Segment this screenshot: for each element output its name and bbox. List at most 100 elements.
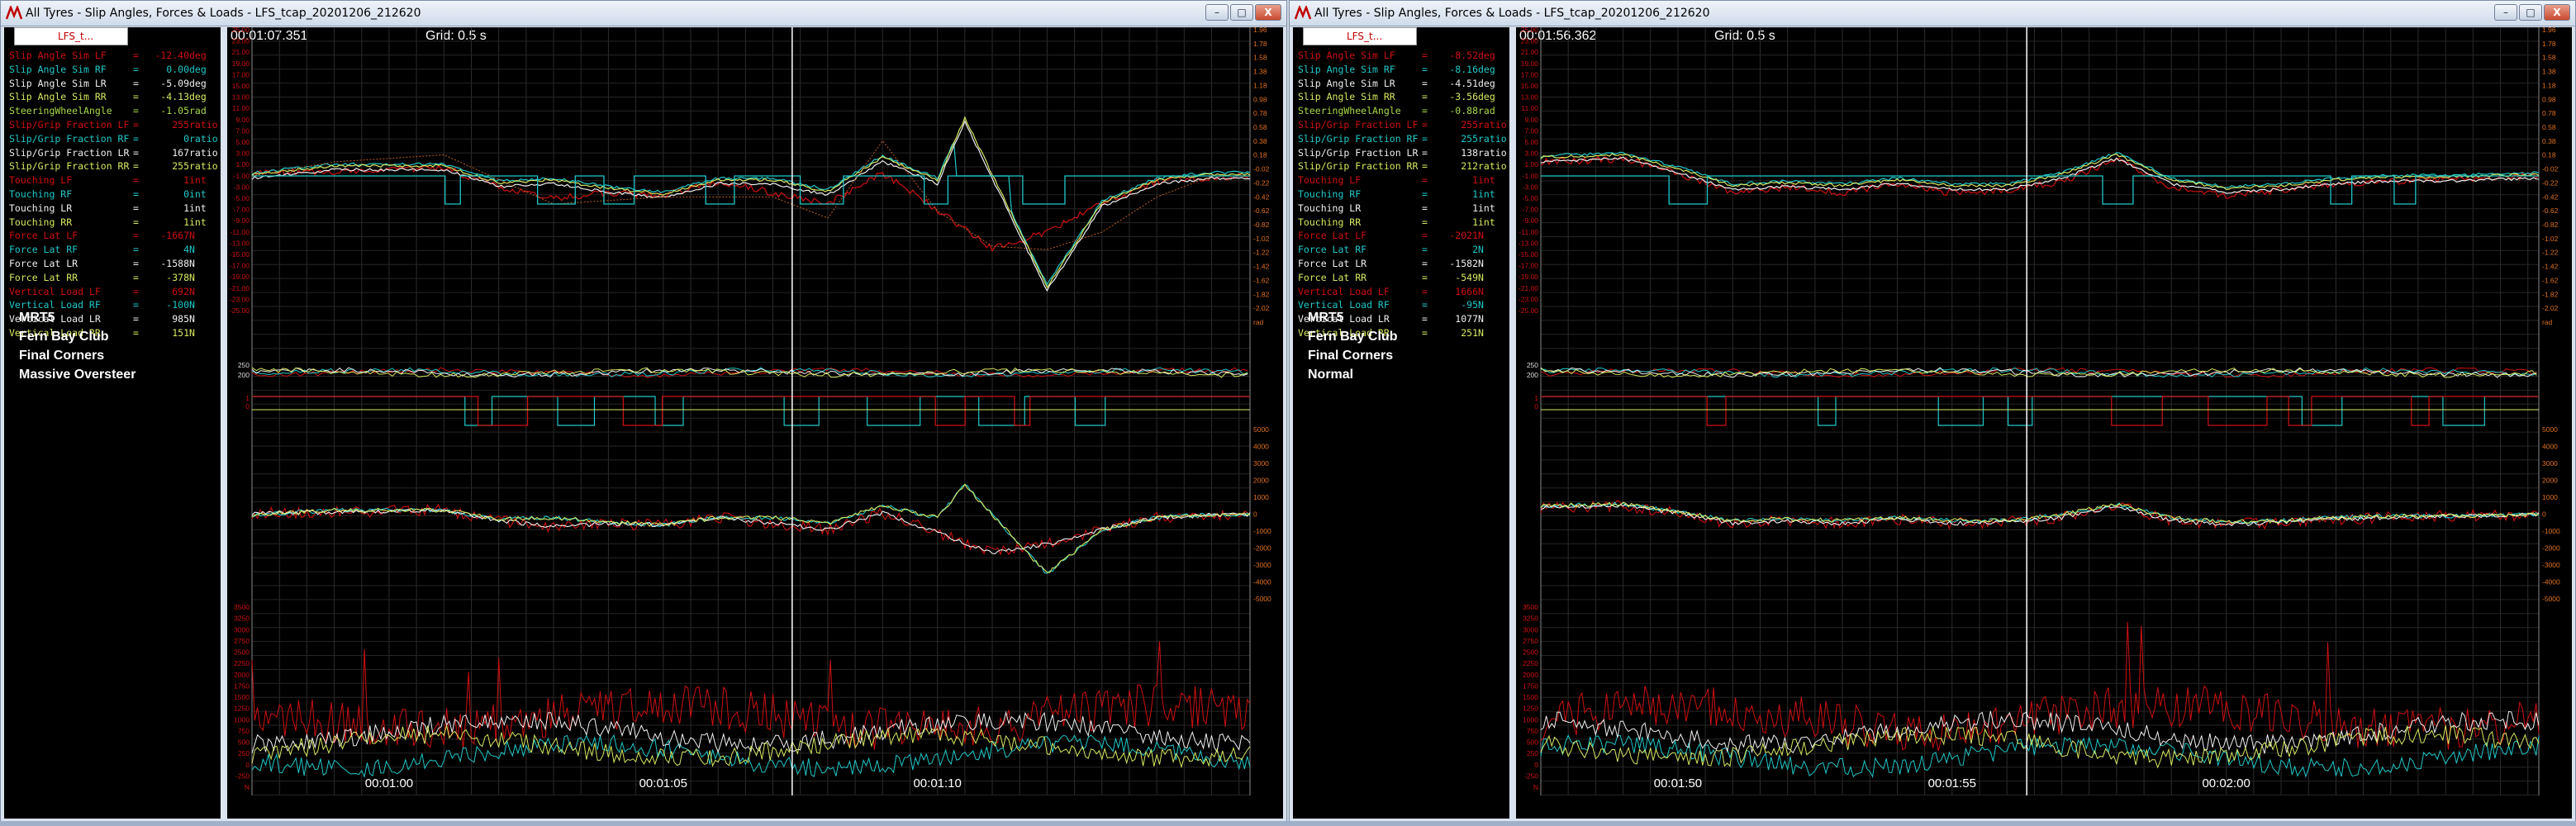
maximize-button[interactable]: □ (1230, 4, 1253, 21)
channel-row[interactable]: Slip/Grip Fraction RF = 0 ratio (9, 132, 219, 146)
y-tick-label: 13.00 (1521, 93, 1539, 102)
touching-rf-overlay-line (1541, 175, 2539, 205)
channel-row[interactable]: Force Lat RR = -549 N (1298, 271, 1508, 285)
channel-row[interactable]: Force Lat RR = -378 N (9, 271, 219, 285)
close-button[interactable]: X (2544, 4, 2570, 21)
channel-value: 255 (1461, 132, 1478, 145)
touching-rf-line (1541, 396, 2539, 426)
channel-row[interactable]: Touching LF = 1 int (1298, 173, 1508, 188)
y-tick-label: -1.82 (1253, 290, 1270, 298)
channel-value: -1588 (160, 257, 189, 269)
channel-list-panel: LFS_t... Slip Angle Sim LF = -8.52 deg Slip … (1293, 27, 1509, 819)
y-tick-label: -2000 (1253, 544, 1271, 553)
note-line: MRT5 (1308, 311, 1344, 325)
channel-unit: N (1478, 313, 1484, 325)
telemetry-chart[interactable]: 25.0023.0021.0019.0017.0015.0013.0011.00… (1516, 27, 2574, 814)
plot-area[interactable]: 00:01:07.351 Grid: 0.5 s 25.00 23.00 21.00… (227, 27, 1283, 819)
title-bar[interactable]: All Tyres - Slip Angles, Forces & Loads … (1290, 1, 2575, 26)
y-tick-label: -0.42 (2542, 192, 2559, 201)
y-tick-label: -1.82 (2542, 290, 2559, 298)
channel-label: SteeringWheelAngle (9, 105, 112, 117)
channel-row[interactable]: Touching RR = 1 int (9, 216, 219, 230)
y-tick-label: -25.00 (1519, 306, 1538, 315)
channel-row[interactable]: Vertical Load LF = 1666 N (1298, 285, 1508, 299)
y-tick-label: 2000 (234, 671, 250, 679)
channel-unit: N (1478, 244, 1484, 256)
channel-value: 212 (1461, 160, 1478, 173)
channel-equals: = (133, 244, 139, 256)
touching-lf-line (252, 396, 1250, 426)
y-tick-label: -0.42 (1253, 192, 1270, 201)
touching-lf-line (1541, 396, 2539, 426)
channel-row[interactable]: Slip Angle Sim LR = -5.09 deg (9, 77, 219, 91)
y-tick-label: -1.02 (1253, 235, 1270, 243)
y-tick-label: 2500 (1523, 648, 1538, 657)
y-tick-label: 1000 (1523, 715, 1538, 724)
channel-row[interactable]: SteeringWheelAngle = -1.05 rad (9, 104, 219, 118)
channel-row[interactable]: Force Lat LR = -1582 N (1298, 257, 1508, 271)
file-tab[interactable]: LFS_t... (14, 27, 128, 45)
minimize-button[interactable]: – (2494, 4, 2517, 21)
channel-row[interactable]: Force Lat RF = 2 N (1298, 243, 1508, 257)
y-tick-label: 0.58 (2542, 123, 2556, 131)
minimize-button[interactable]: – (1205, 4, 1229, 21)
channel-row[interactable]: Touching LF = 1 int (9, 173, 219, 188)
channel-row[interactable]: Slip/Grip Fraction LF = 255 ratio (9, 118, 219, 132)
y-tick-label: 1 (245, 394, 250, 402)
channel-row[interactable]: Slip Angle Sim LF = -8.52 deg (1298, 49, 1508, 63)
close-button[interactable]: X (1255, 4, 1281, 21)
channel-row[interactable]: Touching RF = 0 int (9, 188, 219, 202)
channel-row[interactable]: Slip Angle Sim RF = -8.16 deg (1298, 63, 1508, 77)
channel-equals: = (1422, 50, 1428, 61)
maximize-button[interactable]: □ (2519, 4, 2542, 21)
y-tick-label: -5000 (2542, 595, 2560, 603)
channel-row[interactable]: SteeringWheelAngle = -0.88 rad (1298, 104, 1508, 118)
channel-row[interactable]: Slip/Grip Fraction RF = 255 ratio (1298, 132, 1508, 146)
lfs-logo-icon (1295, 6, 1311, 20)
channel-row[interactable]: Slip Angle Sim LR = -4.51 deg (1298, 77, 1508, 91)
channel-row[interactable]: Slip/Grip Fraction LR = 138 ratio (1298, 146, 1508, 160)
y-tick-label: -0.22 (2542, 178, 2559, 187)
channel-row[interactable]: Force Lat LF = -1667 N (9, 229, 219, 243)
channel-row[interactable]: Touching LR = 1 int (9, 202, 219, 216)
channel-row[interactable]: Touching LR = 1 int (1298, 202, 1508, 216)
y-tick-label: 19.00 (1521, 59, 1539, 68)
channel-label: Slip/Grip Fraction LF (9, 118, 130, 131)
channel-row[interactable]: Force Lat RF = 4 N (9, 243, 219, 257)
channel-value: -2021 (1449, 230, 1478, 242)
channel-row[interactable]: Slip Angle Sim LF = -12.40 deg (9, 49, 219, 63)
y-tick-label: -1000 (2542, 527, 2560, 535)
channel-row[interactable]: Force Lat LR = -1588 N (9, 257, 219, 271)
file-tab[interactable]: LFS_t... (1303, 27, 1417, 45)
title-bar[interactable]: All Tyres - Slip Angles, Forces & Loads … (1, 1, 1286, 26)
channel-row[interactable]: Slip/Grip Fraction LR = 167 ratio (9, 146, 219, 160)
y-tick-label: -1.00 (1523, 172, 1539, 180)
channel-row[interactable]: Touching RF = 1 int (1298, 188, 1508, 202)
splitter[interactable] (221, 27, 227, 819)
splitter[interactable] (1509, 27, 1516, 819)
y-tick-label: 0.78 (2542, 109, 2556, 117)
channel-equals: = (1422, 174, 1428, 187)
y-tick-label: 250 (1527, 361, 1538, 369)
channel-unit: deg (189, 63, 207, 75)
telemetry-window-2: All Tyres - Slip Angles, Forces & Loads … (1289, 0, 2576, 826)
channel-row[interactable]: Touching RR = 1 int (1298, 216, 1508, 230)
channel-row[interactable]: Force Lat LF = -2021 N (1298, 229, 1508, 243)
channel-row[interactable]: Vertical Load LF = 692 N (9, 285, 219, 299)
plot-area[interactable]: 00:01:56.362 Grid: 0.5 s 25.00 23.00 21.00… (1516, 27, 2572, 819)
channel-row[interactable]: Slip Angle Sim RR = -4.13 deg (9, 90, 219, 104)
channel-label: Vertical Load LF (1298, 285, 1390, 297)
channel-row[interactable]: Slip/Grip Fraction RR = 212 ratio (1298, 159, 1508, 173)
telemetry-chart[interactable]: 25.0023.0021.0019.0017.0015.0013.0011.00… (227, 27, 1285, 814)
channel-row[interactable]: Slip Angle Sim RR = -3.56 deg (1298, 90, 1508, 104)
channel-row[interactable]: Slip Angle Sim RF = 0.00 deg (9, 63, 219, 77)
channel-row[interactable]: Slip/Grip Fraction RR = 255 ratio (9, 159, 219, 173)
y-tick-label: 23.00 (1521, 37, 1539, 45)
channel-label: Touching LR (1298, 202, 1362, 214)
time-tick-label: 00:01:50 (1654, 776, 1702, 790)
y-tick-label: -1.00 (234, 172, 250, 180)
channel-value: 0 (183, 132, 189, 145)
channel-unit: N (189, 326, 195, 339)
y-tick-label: -19.00 (230, 273, 250, 281)
channel-row[interactable]: Slip/Grip Fraction LF = 255 ratio (1298, 118, 1508, 132)
